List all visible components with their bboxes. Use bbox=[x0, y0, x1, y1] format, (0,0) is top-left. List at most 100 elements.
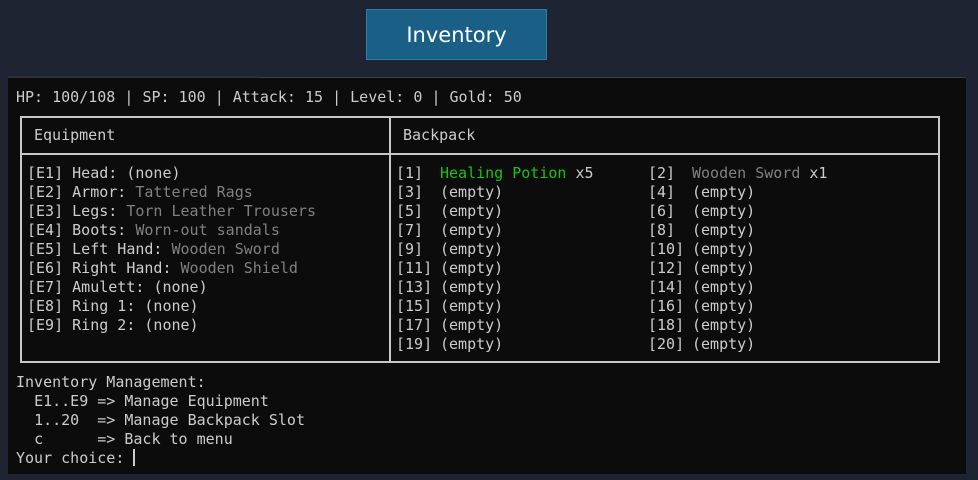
choice-prompt: Your choice: bbox=[16, 449, 125, 467]
slot-label: Head: bbox=[72, 164, 118, 182]
backpack-slot-2[interactable]: [2] Wooden Sword x1 bbox=[648, 164, 827, 183]
slot-item: Healing Potion bbox=[440, 164, 567, 182]
equipment-slot-e8[interactable]: [E8] Ring 1: (none) bbox=[27, 297, 316, 316]
menu-title: Inventory Management: bbox=[16, 373, 206, 391]
status-separator: | bbox=[332, 88, 342, 106]
slot-code: [16] bbox=[648, 297, 685, 315]
backpack-slot-1[interactable]: [1] Healing Potion x5 bbox=[396, 164, 594, 183]
backpack-slot-17[interactable]: [17] (empty) bbox=[396, 316, 503, 335]
slot-code: [8] bbox=[648, 221, 676, 239]
status-bar: HP: 100/108 | SP: 100 | Attack: 15 | Lev… bbox=[16, 88, 522, 107]
menu-option-back: c => Back to menu bbox=[16, 430, 305, 449]
menu-action: Manage Backpack Slot bbox=[124, 411, 305, 429]
backpack-slot-20[interactable]: [20] (empty) bbox=[648, 335, 755, 354]
terminal-tab-indicator bbox=[8, 76, 258, 78]
slot-code: [10] bbox=[648, 240, 685, 258]
menu-arrow: => bbox=[97, 392, 116, 410]
slot-code: [6] bbox=[648, 202, 676, 220]
status-separator: | bbox=[431, 88, 441, 106]
slot-item: (empty) bbox=[440, 183, 504, 201]
attack-value: 15 bbox=[305, 88, 324, 106]
slot-code: [5] bbox=[396, 202, 424, 220]
menu-arrow: => bbox=[97, 411, 116, 429]
text-cursor bbox=[133, 449, 136, 466]
slot-item: (empty) bbox=[440, 297, 504, 315]
slot-value: (none) bbox=[144, 297, 199, 315]
menu-action: Manage Equipment bbox=[124, 392, 269, 410]
equipment-slot-e3[interactable]: [E3] Legs: Torn Leather Trousers bbox=[27, 202, 316, 221]
backpack-slot-10[interactable]: [10] (empty) bbox=[648, 240, 755, 259]
slot-code: [12] bbox=[648, 259, 685, 277]
backpack-slot-9[interactable]: [9] (empty) bbox=[396, 240, 503, 259]
slot-label: Legs: bbox=[72, 202, 118, 220]
slot-code: [E5] bbox=[27, 240, 64, 258]
backpack-slot-12[interactable]: [12] (empty) bbox=[648, 259, 755, 278]
slot-item: (empty) bbox=[440, 221, 504, 239]
slot-label: Ring 1: bbox=[72, 297, 136, 315]
backpack-slot-7[interactable]: [7] (empty) bbox=[396, 221, 503, 240]
slot-value: Wooden Sword bbox=[171, 240, 280, 258]
slot-item: (empty) bbox=[692, 259, 756, 277]
backpack-slot-5[interactable]: [5] (empty) bbox=[396, 202, 503, 221]
backpack-slot-16[interactable]: [16] (empty) bbox=[648, 297, 755, 316]
equipment-slot-e5[interactable]: [E5] Left Hand: Wooden Sword bbox=[27, 240, 316, 259]
slot-code: [19] bbox=[396, 335, 433, 353]
slot-item: (empty) bbox=[440, 202, 504, 220]
menu-arrow: => bbox=[97, 430, 116, 448]
slot-code: [13] bbox=[396, 278, 433, 296]
level-value: 0 bbox=[413, 88, 423, 106]
equipment-slot-e9[interactable]: [E9] Ring 2: (none) bbox=[27, 316, 316, 335]
backpack-slot-8[interactable]: [8] (empty) bbox=[648, 221, 755, 240]
backpack-slot-14[interactable]: [14] (empty) bbox=[648, 278, 755, 297]
slot-quantity: x1 bbox=[809, 164, 828, 182]
backpack-slot-15[interactable]: [15] (empty) bbox=[396, 297, 503, 316]
slot-code: [17] bbox=[396, 316, 433, 334]
terminal-window[interactable]: HP: 100/108 | SP: 100 | Attack: 15 | Lev… bbox=[8, 76, 966, 474]
slot-code: [E1] bbox=[27, 164, 64, 182]
menu-option-backpack: 1..20 => Manage Backpack Slot bbox=[16, 411, 305, 430]
slot-label: Left Hand: bbox=[72, 240, 163, 258]
choice-prompt-line[interactable]: Your choice: bbox=[16, 449, 305, 468]
menu-key: E1..E9 bbox=[34, 392, 89, 410]
slot-label: Right Hand: bbox=[72, 259, 172, 277]
slot-code: [11] bbox=[396, 259, 433, 277]
slot-item: (empty) bbox=[692, 240, 756, 258]
slot-label: Armor: bbox=[72, 183, 127, 201]
status-separator: | bbox=[214, 88, 224, 106]
table-column-divider bbox=[389, 118, 391, 361]
equipment-slot-e7[interactable]: [E7] Amulett: (none) bbox=[27, 278, 316, 297]
backpack-slot-18[interactable]: [18] (empty) bbox=[648, 316, 755, 335]
slot-code: [20] bbox=[648, 335, 685, 353]
slot-value: Torn Leather Trousers bbox=[126, 202, 316, 220]
backpack-slot-6[interactable]: [6] (empty) bbox=[648, 202, 755, 221]
backpack-slot-11[interactable]: [11] (empty) bbox=[396, 259, 503, 278]
backpack-slot-13[interactable]: [13] (empty) bbox=[396, 278, 503, 297]
equipment-slot-e1[interactable]: [E1] Head: (none) bbox=[27, 164, 316, 183]
slot-code: [15] bbox=[396, 297, 433, 315]
slot-code: [E3] bbox=[27, 202, 64, 220]
equipment-list: [E1] Head: (none) [E2] Armor: Tattered R… bbox=[27, 164, 316, 335]
window-title-tab: Inventory bbox=[366, 9, 547, 60]
equipment-slot-e2[interactable]: [E2] Armor: Tattered Rags bbox=[27, 183, 316, 202]
slot-label: Ring 2: bbox=[72, 316, 136, 334]
table-header-divider bbox=[22, 153, 938, 155]
slot-code: [E7] bbox=[27, 278, 64, 296]
slot-code: [E4] bbox=[27, 221, 64, 239]
equipment-slot-e6[interactable]: [E6] Right Hand: Wooden Shield bbox=[27, 259, 316, 278]
backpack-slot-3[interactable]: [3] (empty) bbox=[396, 183, 503, 202]
slot-code: [E2] bbox=[27, 183, 64, 201]
slot-code: [18] bbox=[648, 316, 685, 334]
slot-value: (none) bbox=[144, 316, 199, 334]
slot-item: (empty) bbox=[692, 335, 756, 353]
sp-label: SP: bbox=[142, 88, 170, 106]
equipment-slot-e4[interactable]: [E4] Boots: Worn-out sandals bbox=[27, 221, 316, 240]
slot-code: [E6] bbox=[27, 259, 64, 277]
backpack-slot-19[interactable]: [19] (empty) bbox=[396, 335, 503, 354]
backpack-slot-4[interactable]: [4] (empty) bbox=[648, 183, 755, 202]
slot-value: Worn-out sandals bbox=[135, 221, 280, 239]
inventory-menu: Inventory Management: E1..E9 => Manage E… bbox=[16, 373, 305, 468]
slot-code: [7] bbox=[396, 221, 424, 239]
gold-label: Gold: bbox=[449, 88, 495, 106]
slot-code: [14] bbox=[648, 278, 685, 296]
slot-item: (empty) bbox=[692, 183, 756, 201]
